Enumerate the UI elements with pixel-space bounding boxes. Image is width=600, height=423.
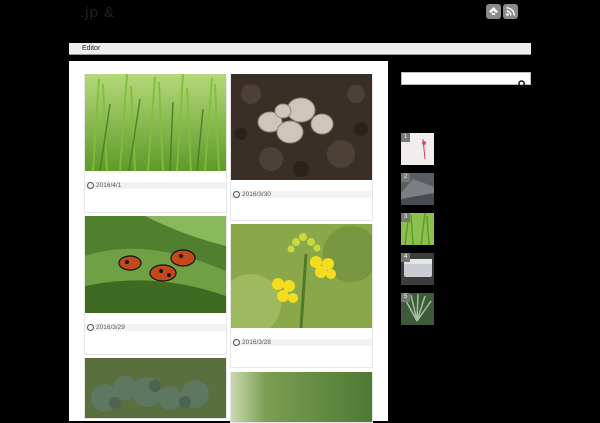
ranking-thumb[interactable]: 1 bbox=[401, 133, 434, 165]
ranking-thumb[interactable]: 4 bbox=[401, 253, 434, 285]
search-box bbox=[401, 72, 531, 91]
post-date: 2016/3/29 bbox=[85, 324, 226, 331]
clock-icon bbox=[87, 324, 94, 331]
broccoli-photo[interactable] bbox=[85, 358, 226, 418]
post-card[interactable]: 2016/3/30 bbox=[230, 74, 373, 221]
ranking-thumb[interactable]: 2 bbox=[401, 173, 434, 205]
main-nav: Editor bbox=[69, 43, 531, 55]
rank-number: 2 bbox=[401, 173, 410, 182]
site-title[interactable]: .jp & bbox=[80, 4, 115, 21]
post-card[interactable] bbox=[84, 358, 227, 419]
rank-number: 1 bbox=[401, 133, 410, 142]
yellow-flower-photo[interactable] bbox=[231, 224, 372, 328]
post-date: 2016/4/1 bbox=[85, 182, 226, 189]
green-grass-photo[interactable] bbox=[85, 74, 226, 171]
post-date: 2016/3/30 bbox=[231, 191, 372, 198]
nav-item-editor[interactable]: Editor bbox=[82, 43, 100, 54]
rank-number: 5 bbox=[401, 293, 410, 302]
post-date: 2016/3/28 bbox=[231, 339, 372, 346]
rss-icon[interactable] bbox=[503, 4, 518, 19]
ranking-thumb[interactable]: 3 bbox=[401, 213, 434, 245]
rank-number: 3 bbox=[401, 213, 410, 222]
search-input[interactable] bbox=[404, 82, 514, 91]
clock-icon bbox=[233, 339, 240, 346]
search-icon[interactable] bbox=[518, 74, 527, 93]
social-links bbox=[486, 4, 518, 19]
post-card[interactable]: 2016/4/1 bbox=[84, 74, 227, 213]
ranking-thumb[interactable]: 5 bbox=[401, 293, 434, 325]
feedly-icon[interactable] bbox=[486, 4, 501, 19]
post-card[interactable] bbox=[230, 372, 373, 423]
post-grid: 2016/4/1 2016/3/30 2016/3/29 2016/3/28 bbox=[69, 61, 388, 423]
clock-icon bbox=[233, 191, 240, 198]
green-surface-photo[interactable] bbox=[231, 372, 372, 422]
rank-number: 4 bbox=[401, 253, 410, 262]
post-card[interactable]: 2016/3/28 bbox=[230, 224, 373, 368]
clock-icon bbox=[87, 182, 94, 189]
ladybugs-on-leaf-photo[interactable] bbox=[85, 216, 226, 313]
seeds-on-soil-photo[interactable] bbox=[231, 74, 372, 180]
post-card[interactable]: 2016/3/29 bbox=[84, 216, 227, 355]
